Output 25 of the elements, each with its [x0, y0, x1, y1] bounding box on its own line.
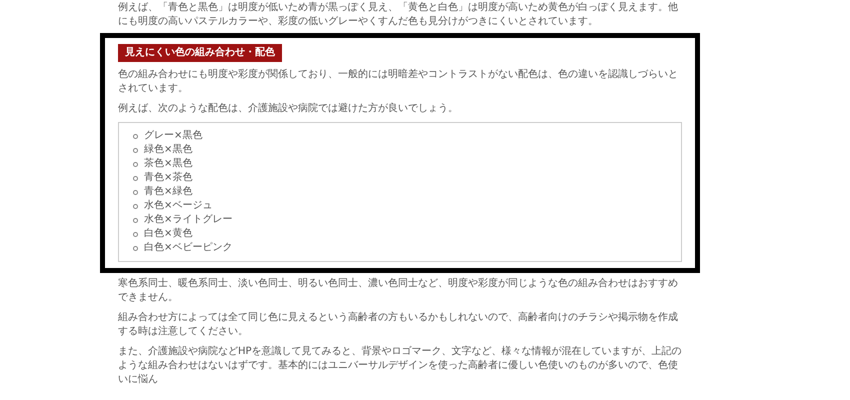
bullet-icon: [133, 162, 138, 166]
bullet-icon: [133, 134, 138, 138]
paragraph: 色の組み合わせにも明度や彩度が関係しており、一般的には明暗差やコントラストがない配色は、色の違いを認識しづらいとされています。: [118, 68, 679, 96]
paragraph: 組み合わせ方によっては全て同じ色に見えるという高齢者の方もいるかもしれないので、高齢者向けのチラシや掲示物を作成する時は注意してください。: [117, 311, 679, 339]
bullet-icon: [133, 246, 138, 250]
bullet-icon: [133, 176, 138, 180]
list-item: 緑色×黒色: [144, 143, 192, 157]
paragraph: また、介護施設や病院などHPを意識して見てみると、背景やロゴマーク、文字など、様々な情報が混在していますが、上記のような組み合わせはないはずです。基本的にはユニバーサルデザインを使った高齢者に優しい色使いのものが多いので、色使いに悩ん: [117, 345, 683, 387]
bullet-icon: [133, 218, 138, 222]
list-item: グレー×黒色: [144, 129, 202, 143]
bullet-icon: [133, 148, 138, 152]
list-item: 青色×緑色: [144, 185, 192, 199]
bullet-icon: [133, 190, 138, 194]
bullet-icon: [133, 204, 138, 208]
paragraph: 例えば、「青色と黒色」は明度が低いため青が黒っぽく見え、「黄色と白色」は明度が高いため黄色が白っぽく見えます。他にも明度の高いパステルカラーや、彩度の低いグレーやくすんだ色も見分けがつきにくいとされています。: [117, 0, 679, 29]
paragraph: 寒色系同士、暖色系同士、淡い色同士、明るい色同士、濃い色同士など、明度や彩度が同じような色の組み合わせはおすすめできません。: [117, 277, 679, 305]
list-item: 水色×ベージュ: [144, 199, 212, 213]
paragraph: 例えば、次のような配色は、介護施設や病院では避けた方が良いでしょう。: [118, 102, 459, 116]
bullet-icon: [133, 232, 138, 236]
list-item: 白色×黄色: [144, 227, 192, 241]
list-item: 白色×ベビーピンク: [144, 241, 232, 255]
list-item: 茶色×黒色: [144, 157, 192, 171]
section-heading: 見えにくい色の組み合わせ・配色: [118, 44, 282, 62]
list-item: 水色×ライトグレー: [144, 213, 232, 227]
list-item: 青色×茶色: [144, 171, 192, 185]
